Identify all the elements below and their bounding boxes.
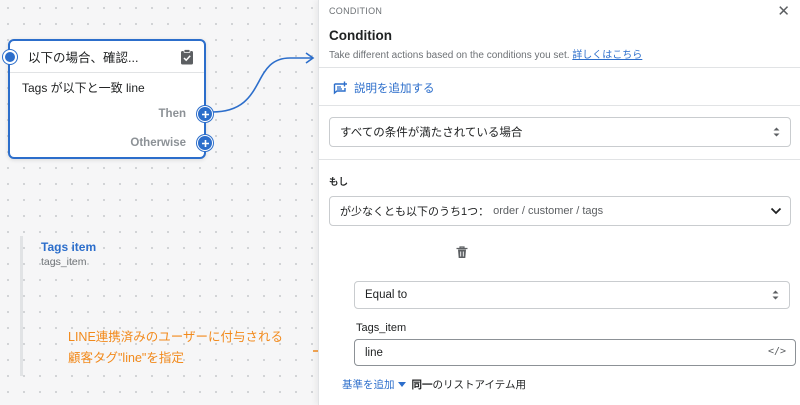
- add-description-label: 説明を追加する: [354, 83, 435, 95]
- field-label: Tags_item: [356, 322, 407, 334]
- panel-kicker: CONDITION: [329, 6, 383, 16]
- node-header: 以下の場合、確認...: [10, 41, 204, 73]
- if-label: もし: [329, 177, 349, 188]
- divider: [319, 67, 800, 68]
- plus-icon: [201, 139, 209, 147]
- node-title: 以下の場合、確認...: [28, 51, 139, 65]
- branch-otherwise-label: Otherwise: [130, 137, 186, 149]
- node-input-dot: [3, 50, 17, 64]
- chevron-down-icon: [770, 207, 782, 215]
- tag-value-input[interactable]: [354, 339, 796, 366]
- caret-down-icon: [397, 382, 406, 387]
- clipboard-check-icon: [181, 49, 193, 65]
- panel-title: Condition: [329, 28, 392, 43]
- condition-node[interactable]: 以下の場合、確認... Tags が以下と一致 line Then Otherw…: [3, 39, 213, 159]
- footer-row: 基準を追加 同一のリストアイテム用: [342, 377, 526, 392]
- panel-description-text: Take different actions based on the cond…: [329, 50, 570, 61]
- comment-add-icon: [333, 81, 347, 94]
- panel-description: Take different actions based on the cond…: [329, 46, 642, 61]
- match-mode-select[interactable]: すべての条件が満たされている場合: [329, 117, 791, 147]
- same-prefix: 同一: [411, 379, 433, 391]
- condition-group-prefix: が少なくとも以下のうち1つ：: [340, 206, 490, 218]
- same-suffix: のリストアイテム用: [432, 379, 526, 391]
- add-criteria-button[interactable]: 基準を追加: [342, 377, 406, 392]
- operator-select[interactable]: Equal to: [354, 281, 790, 309]
- trash-icon[interactable]: [456, 246, 468, 259]
- add-otherwise-button[interactable]: [197, 135, 213, 151]
- branch-then-label: Then: [158, 108, 186, 120]
- item-title[interactable]: Tags item: [41, 240, 96, 254]
- learn-more-link[interactable]: 詳しくはこちら: [572, 50, 642, 61]
- condition-group-toggle[interactable]: が少なくとも以下のうち1つ： order / customer / tags: [329, 196, 791, 226]
- plus-icon: [201, 110, 209, 118]
- condition-group-path: order / customer / tags: [493, 205, 604, 217]
- node-condition-text: Tags が以下と一致 line: [22, 81, 145, 95]
- add-then-button[interactable]: [197, 106, 213, 122]
- divider: [319, 105, 800, 106]
- close-icon[interactable]: ✕: [777, 2, 790, 20]
- select-arrows-icon: [772, 290, 779, 300]
- match-mode-value: すべての条件が満たされている場合: [340, 127, 523, 139]
- add-description-button[interactable]: 説明を追加する: [333, 80, 435, 96]
- divider: [319, 159, 800, 160]
- add-criteria-label: 基準を追加: [342, 379, 395, 391]
- operator-value: Equal to: [365, 289, 408, 301]
- select-arrows-icon: [773, 127, 780, 137]
- item-subtitle: tags_item: [41, 256, 87, 268]
- code-toggle-icon[interactable]: </>: [768, 346, 786, 357]
- same-list-item-text: 同一のリストアイテム用: [412, 377, 526, 392]
